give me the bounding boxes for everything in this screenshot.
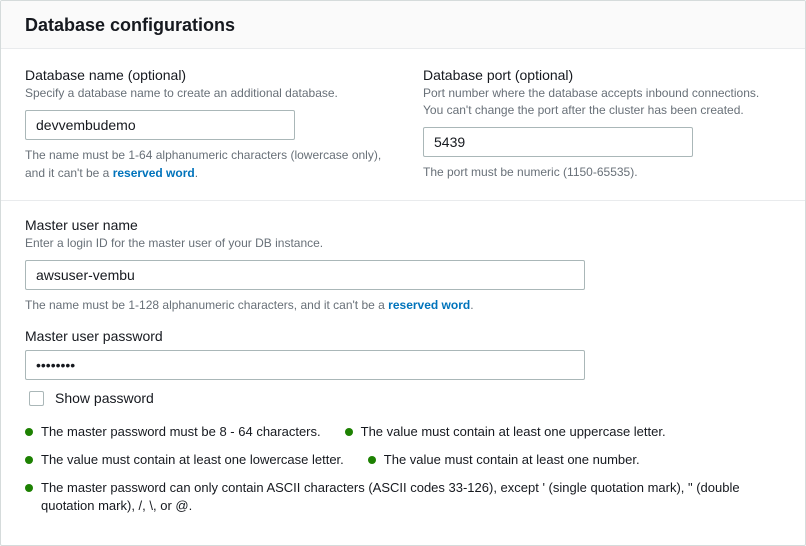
database-configurations-panel: Database configurations Database name (o… [0, 0, 806, 546]
master-user-password-section: Master user password Show password [25, 328, 781, 409]
password-rule: The value must contain at least one uppe… [345, 423, 666, 441]
valid-dot-icon [345, 428, 353, 436]
database-name-input[interactable] [25, 110, 295, 140]
master-user-name-desc: Enter a login ID for the master user of … [25, 235, 781, 252]
database-name-desc: Specify a database name to create an add… [25, 85, 383, 102]
section-divider [1, 200, 805, 201]
master-user-password-label: Master user password [25, 328, 781, 344]
password-rule: The value must contain at least one lowe… [25, 451, 344, 469]
valid-dot-icon [25, 428, 33, 436]
database-port-desc: Port number where the database accepts i… [423, 85, 781, 119]
panel-title: Database configurations [25, 15, 781, 36]
password-rule: The master password must be 8 - 64 chara… [25, 423, 321, 441]
show-password-row: Show password [25, 388, 781, 409]
database-port-input[interactable] [423, 127, 693, 157]
password-rule: The value must contain at least one numb… [368, 451, 640, 469]
show-password-label: Show password [55, 390, 154, 406]
master-user-password-input[interactable] [25, 350, 585, 380]
database-name-section: Database name (optional) Specify a datab… [25, 67, 383, 182]
reserved-word-link-2[interactable]: reserved word [388, 298, 470, 312]
database-port-section: Database port (optional) Port number whe… [423, 67, 781, 182]
database-name-help: The name must be 1-64 alphanumeric chara… [25, 146, 383, 182]
password-rule: The master password can only contain ASC… [25, 479, 781, 515]
panel-header: Database configurations [1, 1, 805, 49]
db-name-port-row: Database name (optional) Specify a datab… [25, 67, 781, 182]
database-name-label: Database name (optional) [25, 67, 383, 83]
master-user-name-help: The name must be 1-128 alphanumeric char… [25, 296, 781, 314]
reserved-word-link[interactable]: reserved word [113, 166, 195, 180]
database-port-help: The port must be numeric (1150-65535). [423, 163, 781, 181]
database-port-label: Database port (optional) [423, 67, 781, 83]
valid-dot-icon [25, 456, 33, 464]
password-rules: The master password must be 8 - 64 chara… [25, 423, 781, 516]
show-password-checkbox[interactable] [29, 391, 44, 406]
master-user-name-label: Master user name [25, 217, 781, 233]
master-user-name-input[interactable] [25, 260, 585, 290]
master-user-name-section: Master user name Enter a login ID for th… [25, 217, 781, 314]
valid-dot-icon [25, 484, 33, 492]
valid-dot-icon [368, 456, 376, 464]
panel-body: Database name (optional) Specify a datab… [1, 49, 805, 535]
